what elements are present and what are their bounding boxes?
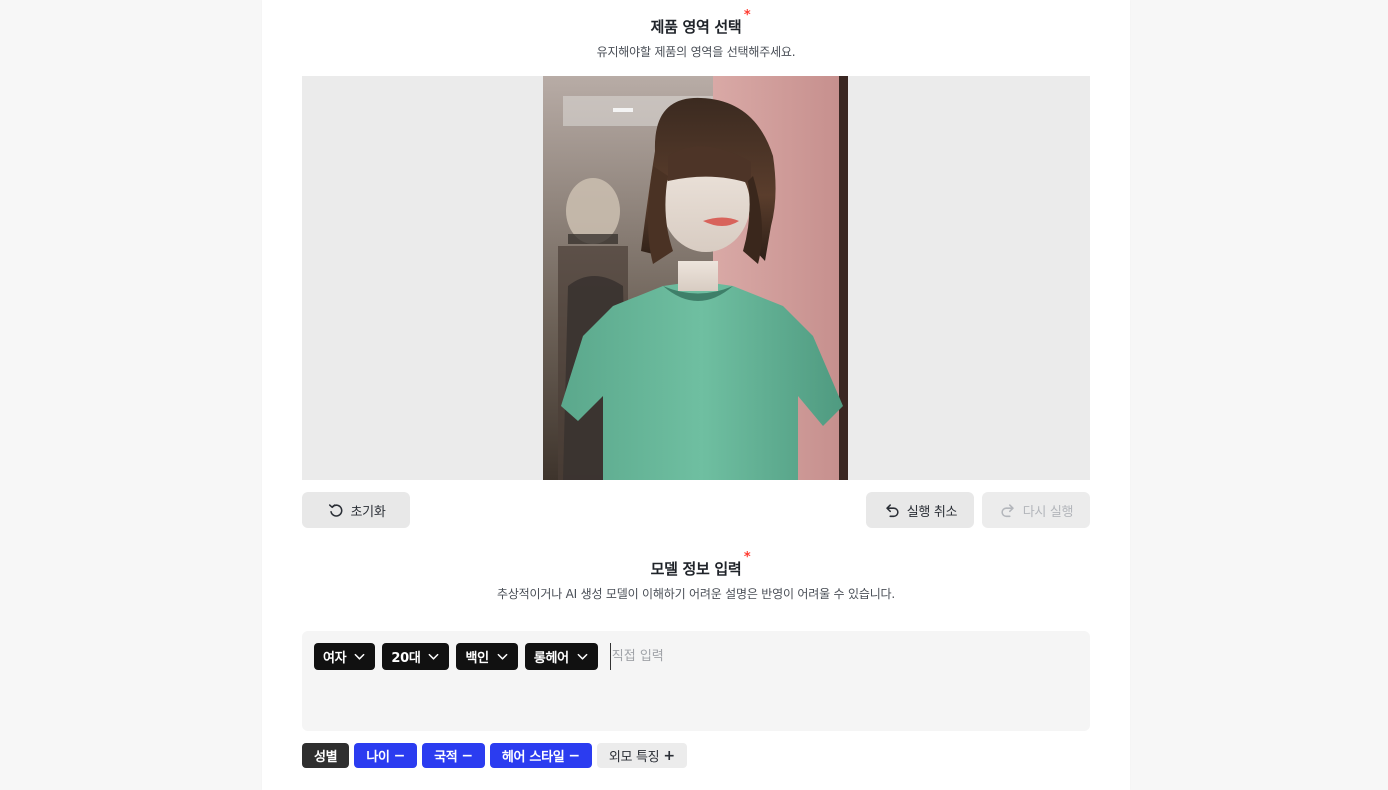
- required-mark: *: [743, 8, 751, 23]
- minus-icon: −: [568, 747, 580, 764]
- age-chip[interactable]: 20대: [382, 643, 450, 670]
- product-section-description: 유지해야할 제품의 영역을 선택해주세요.: [596, 45, 796, 59]
- reset-button[interactable]: 초기화: [302, 492, 410, 528]
- minus-icon: −: [461, 747, 473, 764]
- gender-chip[interactable]: 여자: [314, 643, 376, 670]
- tag-nationality[interactable]: 국적 −: [422, 743, 485, 768]
- chevron-down-icon: [354, 653, 365, 660]
- undo-icon: [886, 504, 899, 518]
- product-photo[interactable]: [543, 76, 848, 480]
- reset-button-label: 초기화: [350, 504, 386, 520]
- reset-icon: [328, 504, 342, 517]
- redo-button-label: 다시 실행: [1022, 504, 1074, 520]
- tag-label: 외모 특징: [608, 750, 660, 765]
- hairstyle-chip[interactable]: 롱헤어: [524, 643, 598, 670]
- chip-label: 롱헤어: [533, 651, 569, 666]
- chip-label: 20대: [391, 651, 421, 666]
- tag-label: 헤어 스타일: [501, 750, 565, 765]
- minus-icon: −: [393, 747, 406, 764]
- model-section-title: 모델 정보 입력 *: [650, 550, 751, 579]
- nationality-chip[interactable]: 백인: [456, 643, 518, 670]
- product-selection-canvas[interactable]: [302, 76, 1090, 480]
- attribute-tags: 성별 나이 − 국적 − 헤어 스타일 − 외모 특징 +: [302, 743, 687, 768]
- tag-appearance[interactable]: 외모 특징 +: [596, 743, 687, 768]
- product-section-title-text: 제품 영역 선택: [650, 18, 742, 36]
- tag-hairstyle[interactable]: 헤어 스타일 −: [489, 743, 592, 768]
- model-section-header: 모델 정보 입력 * 추상적이거나 AI 생성 모델이 이해하기 어려운 설명은…: [262, 550, 1130, 602]
- chip-label: 백인: [465, 651, 489, 666]
- chevron-down-icon: [497, 653, 508, 660]
- tag-label: 나이: [366, 750, 390, 765]
- undo-button-label: 실행 취소: [906, 504, 958, 520]
- model-chips: 여자 20대 백인 롱헤어: [314, 643, 810, 670]
- plus-icon: +: [663, 747, 675, 764]
- chevron-down-icon: [429, 653, 439, 660]
- model-section-title-text: 모델 정보 입력: [650, 560, 742, 578]
- model-section-description: 추상적이거나 AI 생성 모델이 이해하기 어려운 설명은 반영이 어려울 수 …: [497, 587, 895, 601]
- redo-button[interactable]: 다시 실행: [982, 492, 1090, 528]
- chevron-down-icon: [577, 653, 588, 660]
- direct-input-field[interactable]: [609, 643, 810, 670]
- tag-gender[interactable]: 성별: [302, 743, 350, 768]
- model-description-box[interactable]: 여자 20대 백인 롱헤어: [302, 631, 1090, 731]
- product-section-title: 제품 영역 선택 *: [650, 8, 751, 37]
- redo-icon: [1001, 504, 1014, 518]
- main-panel: 제품 영역 선택 * 유지해야할 제품의 영역을 선택해주세요. 초기화 실행 …: [262, 0, 1130, 790]
- undo-button[interactable]: 실행 취소: [866, 492, 974, 528]
- product-section-header: 제품 영역 선택 * 유지해야할 제품의 영역을 선택해주세요.: [262, 8, 1130, 60]
- tag-label: 국적: [434, 750, 458, 765]
- required-mark: *: [743, 550, 751, 565]
- tag-label: 성별: [314, 750, 338, 765]
- tag-age[interactable]: 나이 −: [354, 743, 418, 768]
- chip-label: 여자: [323, 651, 347, 666]
